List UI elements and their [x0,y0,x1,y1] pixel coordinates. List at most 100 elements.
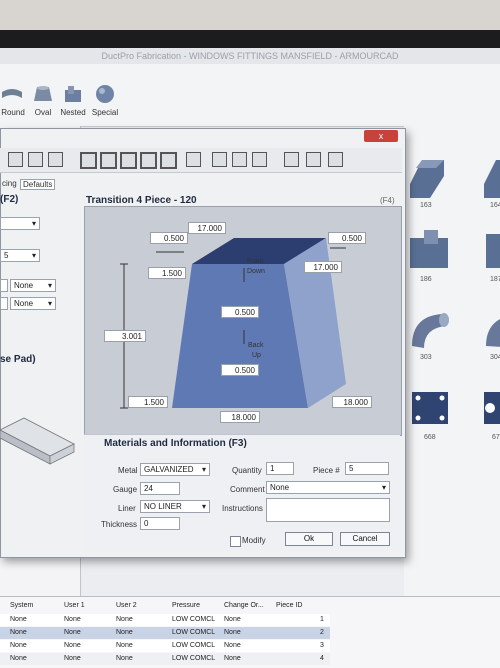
close-button[interactable]: x [364,130,398,142]
dim-bottom-width[interactable]: 18.000 [220,411,260,423]
metal-select[interactable]: GALVANIZED [140,463,210,476]
shape-button-2[interactable] [28,152,43,167]
toolbar-nested-label: Nested [60,108,86,117]
col-header-piece-id[interactable]: Piece ID [276,602,302,609]
quantity-label: Quantity [232,466,262,475]
nested-duct-icon [65,86,81,102]
shape-button-7[interactable] [140,152,157,169]
cell: None [64,655,81,662]
cell: LOW COMCL [172,655,216,662]
shape-button-1[interactable] [8,152,23,167]
modify-checkbox[interactable] [230,536,241,547]
dim-bottom-left[interactable]: 1.500 [128,396,168,408]
cell: LOW COMCL [172,616,216,623]
cell: None [224,655,241,662]
left-field-a[interactable] [0,279,8,292]
left-combo-1[interactable] [0,217,40,230]
dim-height[interactable]: 3.001 [104,330,146,342]
cell: None [10,629,27,636]
ok-button[interactable]: Ok [285,532,333,546]
thickness-field[interactable]: 0 [140,517,180,530]
catalog-fitting-163[interactable] [406,154,452,200]
shape-button-6[interactable] [120,152,137,169]
toolbar-oval-label: Oval [34,108,52,117]
dialog-title: Transition 4 Piece - 120 [86,195,197,206]
cell: None [116,655,133,662]
cancel-button[interactable]: Cancel [340,532,390,546]
shape-button-15[interactable] [328,152,343,167]
col-header-system[interactable]: System [10,602,33,609]
shape-button-9[interactable] [186,152,201,167]
dim-offset-left[interactable]: 0.500 [150,232,188,244]
cell: None [64,642,81,649]
special-sphere-icon [96,85,114,103]
cell: None [116,642,133,649]
cell: 2 [320,629,324,636]
dim-back-offset[interactable]: 0.500 [221,364,259,376]
cell: 1 [320,616,324,623]
dim-bottom-depth[interactable]: 18.000 [332,396,372,408]
dim-front-offset[interactable]: 0.500 [221,306,259,318]
table-row[interactable] [0,614,330,626]
catalog-fitting-187[interactable] [480,228,500,274]
left-combo-none-1[interactable]: None [10,279,56,292]
toolbar-nested-button[interactable]: Nested [56,84,90,117]
gauge-field[interactable]: 24 [140,482,180,495]
shape-button-10[interactable] [212,152,227,167]
left-combo-2[interactable]: 5 [0,249,40,262]
tab-spacing[interactable]: cing [2,179,17,188]
catalog-fitting-668[interactable] [406,388,452,434]
table-row[interactable] [0,640,330,652]
dim-left-top[interactable]: 1.500 [148,267,186,279]
catalog-fitting-164[interactable] [480,154,500,200]
shape-button-4[interactable] [80,152,97,169]
app-title: DuctPro Fabrication - WINDOWS FITTINGS M… [0,48,500,64]
cell: None [224,642,241,649]
catalog-label: 303 [420,354,432,361]
gauge-label: Gauge [113,485,138,494]
cell: None [64,629,81,636]
catalog-fitting-303[interactable] [406,306,452,352]
dim-top-width[interactable]: 17.000 [188,222,226,234]
shape-button-5[interactable] [100,152,117,169]
shape-button-12[interactable] [252,152,267,167]
toolbar-special-label: Special [91,108,119,117]
catalog-label: 304 [490,354,500,361]
liner-select[interactable]: NO LINER [140,500,210,513]
dim-top-depth[interactable]: 17.000 [304,261,342,273]
quantity-field[interactable]: 1 [266,462,294,475]
table-row[interactable] [0,653,330,665]
metal-label: Metal [118,466,138,475]
catalog-fitting-304[interactable] [480,306,500,352]
shape-button-8[interactable] [160,152,177,169]
col-header-user1[interactable]: User 1 [64,602,85,609]
catalog-fitting-67[interactable] [480,388,500,434]
tab-defaults[interactable]: Defaults [20,179,56,190]
piece-field[interactable]: 5 [345,462,389,475]
catalog-fitting-186[interactable] [406,228,452,274]
toolbar-special-button[interactable]: Special [88,84,122,117]
shape-button-3[interactable] [48,152,63,167]
instructions-field[interactable] [266,498,390,522]
cell: None [224,629,241,636]
catalog-label: 187 [490,276,500,283]
col-header-user2[interactable]: User 2 [116,602,137,609]
toolbar-oval-button[interactable]: Oval [26,84,60,117]
dim-offset-right[interactable]: 0.500 [328,232,366,244]
shape-button-14[interactable] [306,152,321,167]
col-header-pressure[interactable]: Pressure [172,602,200,609]
cell: None [10,655,27,662]
pad-preview-icon [0,417,75,465]
cell: None [10,616,27,623]
left-combo-none-2[interactable]: None [10,297,56,310]
round-duct-icon [2,89,22,98]
modify-label: Modify [242,536,266,545]
left-field-b[interactable] [0,297,8,310]
col-header-change-order[interactable]: Change Or... [224,602,264,609]
table-row-selected[interactable] [0,627,330,639]
shape-button-11[interactable] [232,152,247,167]
left-section-header: (F2) [0,194,19,205]
comment-select[interactable]: None [266,481,390,494]
shape-button-13[interactable] [284,152,299,167]
comment-label: Comment [230,485,265,494]
